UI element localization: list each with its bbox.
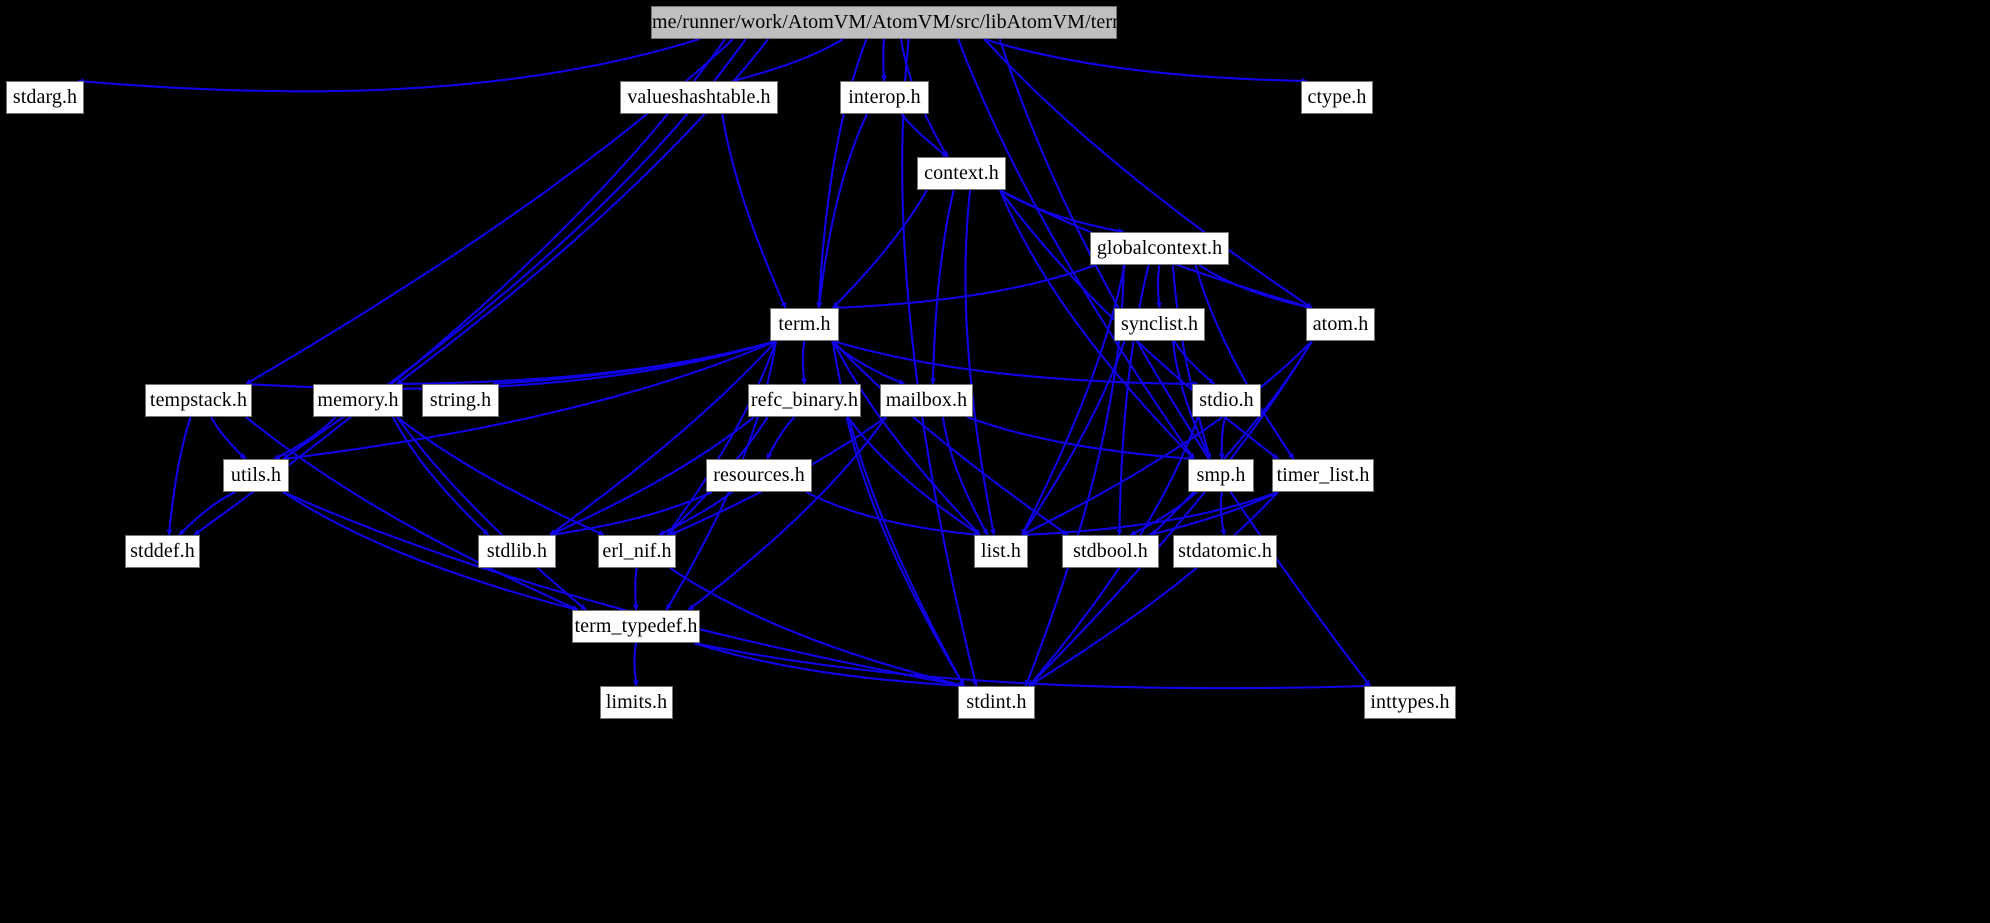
- graph-node-timer_list[interactable]: timer_list.h: [1272, 459, 1374, 492]
- graph-node-atom[interactable]: atom.h: [1306, 308, 1375, 341]
- graph-node-label: erl_nif.h: [602, 539, 672, 562]
- graph-node-label: stdatomic.h: [1178, 539, 1272, 562]
- graph-edge-timer_list-to-stdint: [1028, 491, 1279, 687]
- graph-node-label: ctype.h: [1307, 85, 1367, 108]
- graph-edge-tempstack-to-stddef: [166, 416, 192, 536]
- graph-edge-term_typedef-to-stdint: [693, 642, 965, 689]
- graph-edge-term-to-string: [492, 339, 777, 387]
- graph-node-label: atom.h: [1312, 312, 1369, 335]
- graph-node-synclist[interactable]: synclist.h: [1114, 308, 1205, 341]
- graph-node-stdio[interactable]: stdio.h: [1192, 384, 1261, 417]
- graph-node-label: stdlib.h: [486, 539, 548, 562]
- graph-node-valueshashtable[interactable]: valueshashtable.h: [620, 81, 778, 114]
- graph-node-list[interactable]: list.h: [974, 535, 1028, 568]
- graph-node-label: synclist.h: [1120, 312, 1199, 335]
- graph-node-limits[interactable]: limits.h: [600, 686, 673, 719]
- graph-node-term[interactable]: term.h: [770, 308, 839, 341]
- include-dependency-graph: /home/runner/work/AtomVM/AtomVM/src/libA…: [0, 0, 1990, 923]
- graph-edge-term-to-stdbool: [832, 340, 1069, 536]
- graph-edge-stdio-to-smp: [1218, 416, 1227, 460]
- graph-node-label: context.h: [924, 161, 999, 184]
- graph-node-label: utils.h: [230, 463, 282, 486]
- graph-edge-mailbox-to-list: [941, 416, 989, 536]
- graph-node-label: limits.h: [605, 690, 668, 713]
- graph-edge-root-to-inttypes: [998, 38, 1371, 687]
- graph-node-smp[interactable]: smp.h: [1188, 459, 1254, 492]
- graph-node-label: stdint.h: [966, 690, 1027, 713]
- graph-edge-root-to-stdarg: [77, 37, 700, 93]
- graph-node-tempstack[interactable]: tempstack.h: [145, 384, 252, 417]
- graph-edge-globalcontext-to-synclist: [1155, 264, 1162, 309]
- graph-node-stdlib[interactable]: stdlib.h: [478, 535, 556, 568]
- graph-node-stdarg[interactable]: stdarg.h: [6, 81, 84, 114]
- graph-node-label: stdio.h: [1199, 388, 1254, 411]
- graph-node-stdint[interactable]: stdint.h: [958, 686, 1035, 719]
- graph-edge-context-to-mailbox: [929, 189, 955, 385]
- graph-node-refc_binary[interactable]: refc_binary.h: [748, 384, 861, 417]
- graph-edge-root-to-interop: [880, 38, 887, 82]
- graph-node-globalcontext[interactable]: globalcontext.h: [1090, 232, 1229, 265]
- graph-node-term_typedef[interactable]: term_typedef.h: [572, 610, 700, 643]
- graph-node-interop[interactable]: interop.h: [840, 81, 929, 114]
- graph-edge-term-to-refc_binary: [800, 340, 807, 385]
- graph-node-stddef[interactable]: stddef.h: [125, 535, 200, 568]
- graph-edge-root-to-valueshashtable: [731, 38, 844, 83]
- graph-node-memory[interactable]: memory.h: [313, 384, 403, 417]
- graph-node-stdatomic[interactable]: stdatomic.h: [1173, 535, 1277, 568]
- graph-edge-atom-to-list: [1021, 340, 1313, 536]
- graph-edge-resources-to-list: [805, 491, 981, 538]
- graph-node-label: timer_list.h: [1276, 463, 1370, 486]
- graph-node-label: resources.h: [713, 463, 805, 486]
- graph-edge-term-to-mailbox: [830, 340, 905, 385]
- graph-edge-term-to-stdlib: [549, 340, 777, 536]
- graph-edge-root-to-term: [816, 38, 868, 309]
- graph-node-root[interactable]: /home/runner/work/AtomVM/AtomVM/src/libA…: [626, 6, 1142, 39]
- graph-node-label: term.h: [778, 312, 831, 335]
- edge-layer: [77, 37, 1371, 690]
- graph-edge-globalcontext-to-stdbool: [1116, 264, 1150, 536]
- graph-node-label: refc_binary.h: [750, 388, 859, 411]
- graph-node-label: /home/runner/work/AtomVM/AtomVM/src/libA…: [626, 10, 1142, 33]
- graph-edge-globalcontext-to-list: [1021, 264, 1126, 536]
- graph-node-label: smp.h: [1196, 463, 1246, 486]
- graph-node-string[interactable]: string.h: [422, 384, 499, 417]
- graph-edge-globalcontext-to-atom: [1198, 264, 1313, 310]
- graph-node-label: memory.h: [317, 388, 399, 411]
- graph-node-context[interactable]: context.h: [917, 157, 1006, 190]
- graph-node-erl_nif[interactable]: erl_nif.h: [598, 535, 676, 568]
- graph-edge-valueshashtable-to-term: [721, 113, 787, 309]
- graph-node-ctype[interactable]: ctype.h: [1301, 81, 1373, 114]
- graph-node-label: tempstack.h: [149, 388, 248, 411]
- graph-edge-context-to-list: [964, 189, 996, 536]
- graph-edge-refc_binary-to-resources: [766, 416, 796, 460]
- graph-edge-erl_nif-to-term_typedef: [632, 567, 639, 611]
- graph-edge-root-to-ctype: [983, 37, 1308, 84]
- graph-edge-utils-to-stddef: [178, 491, 236, 536]
- graph-node-resources[interactable]: resources.h: [706, 459, 812, 492]
- graph-edge-term-to-tempstack: [245, 339, 777, 390]
- graph-node-label: globalcontext.h: [1096, 236, 1223, 259]
- graph-edge-context-to-term: [832, 189, 928, 309]
- graph-edge-term_typedef-to-limits: [632, 642, 639, 687]
- graph-node-label: interop.h: [848, 85, 921, 108]
- graph-node-label: stddef.h: [130, 539, 195, 562]
- graph-node-label: stdarg.h: [12, 85, 78, 108]
- graph-edge-erl_nif-to-stdint: [669, 567, 965, 688]
- graph-node-inttypes[interactable]: inttypes.h: [1364, 686, 1456, 719]
- graph-node-mailbox[interactable]: mailbox.h: [880, 384, 973, 417]
- graph-node-label: list.h: [980, 539, 1022, 562]
- graph-node-label: valueshashtable.h: [627, 85, 771, 108]
- graph-node-label: inttypes.h: [1370, 690, 1450, 713]
- graph-node-stdbool[interactable]: stdbool.h: [1062, 535, 1159, 568]
- graph-node-label: string.h: [429, 388, 492, 411]
- graph-node-label: stdbool.h: [1073, 539, 1148, 562]
- graph-node-utils[interactable]: utils.h: [223, 459, 289, 492]
- graph-node-label: mailbox.h: [885, 388, 968, 411]
- graph-edge-globalcontext-to-timer_list: [1194, 264, 1295, 460]
- graph-edge-tempstack-to-term_typedef: [245, 416, 579, 611]
- graph-node-label: term_typedef.h: [574, 614, 698, 637]
- graph-edge-tempstack-to-utils: [210, 416, 247, 460]
- graph-edge-interop-to-context: [900, 113, 949, 158]
